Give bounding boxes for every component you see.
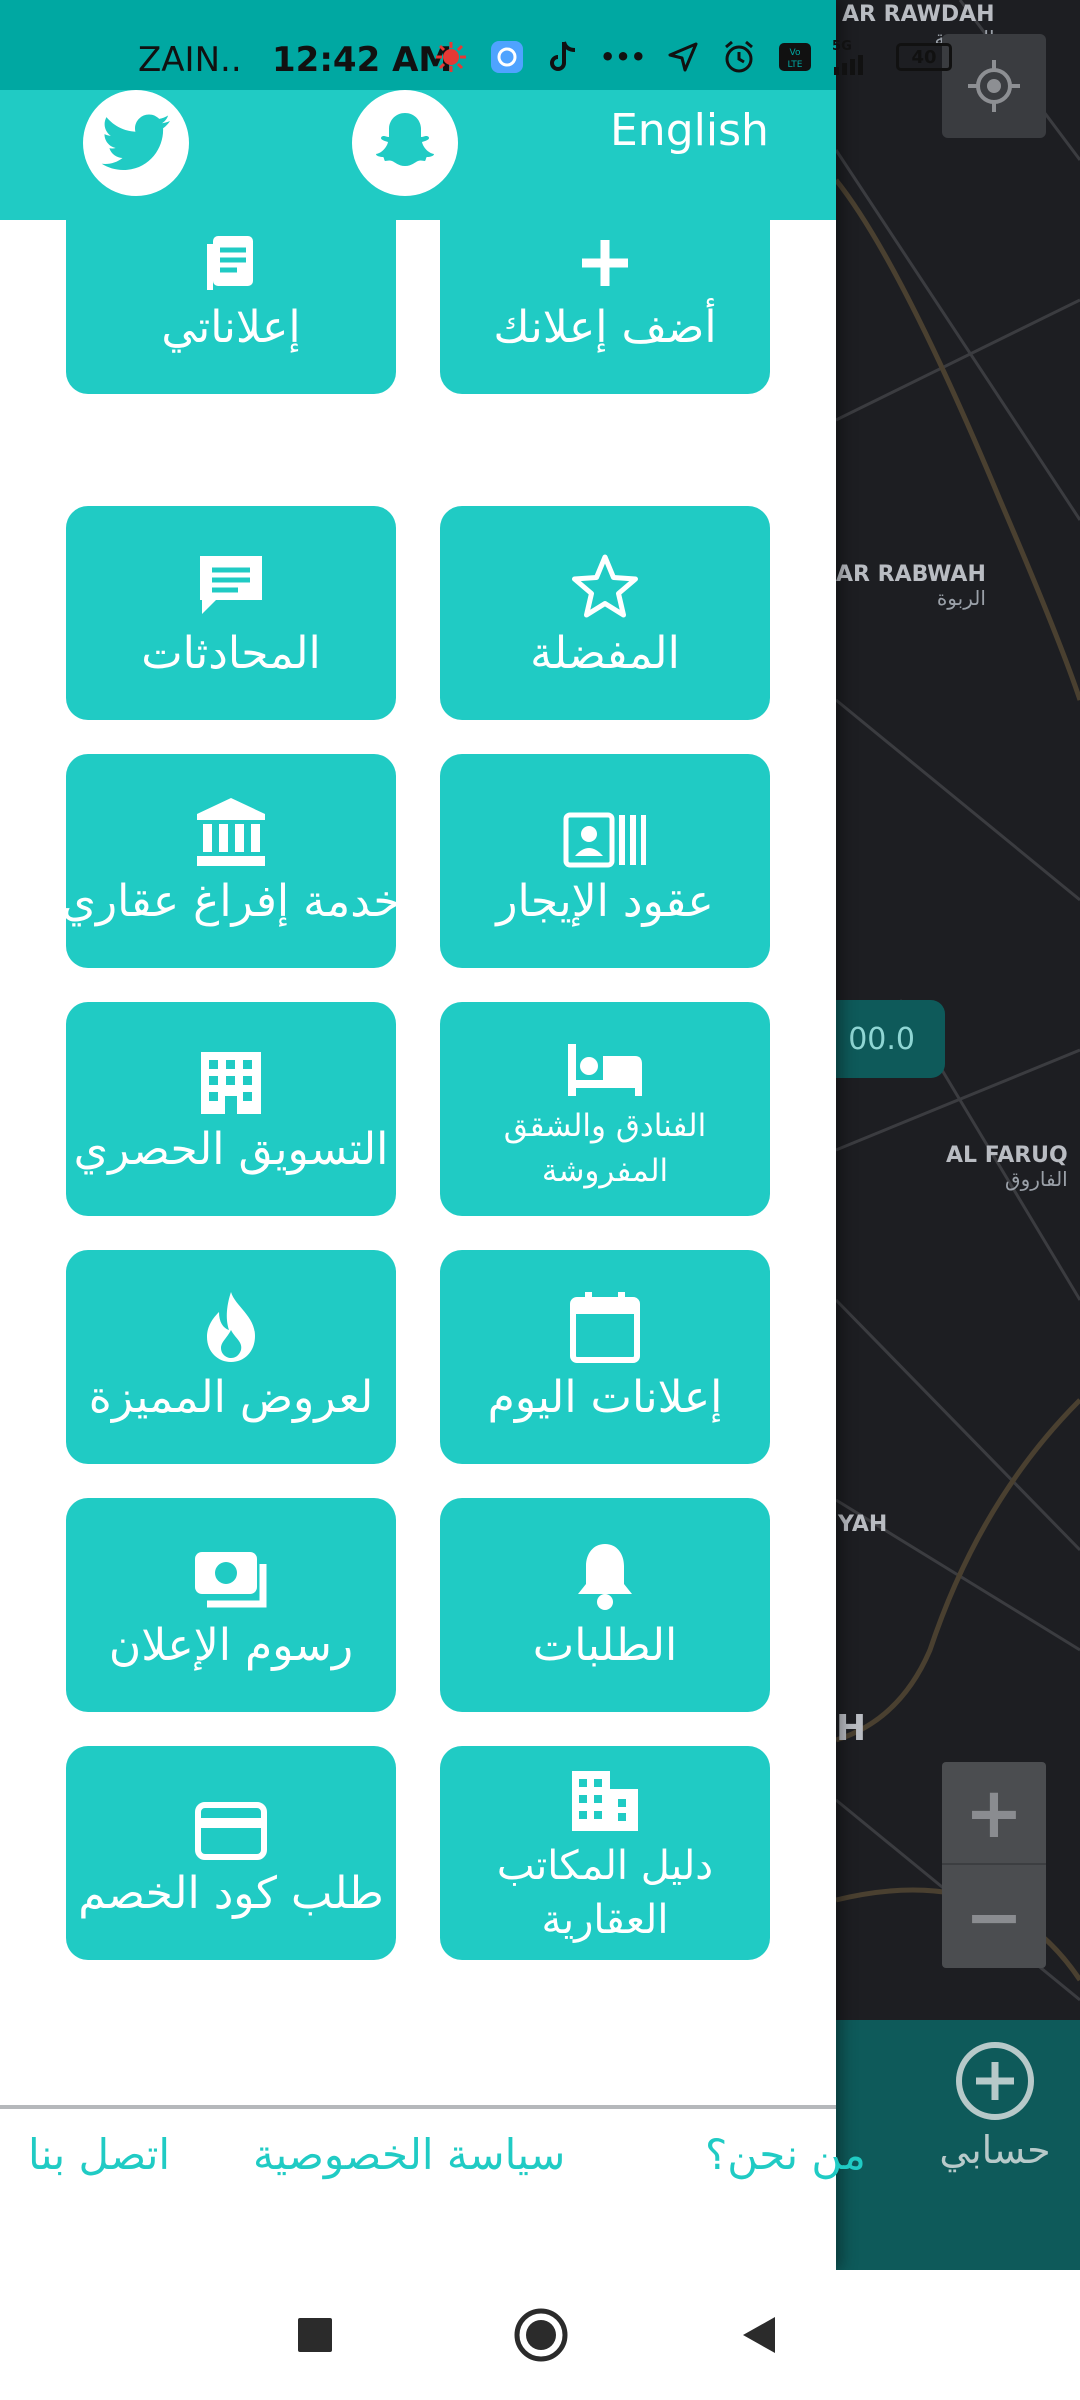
crosshair-icon <box>968 60 1020 112</box>
footer-links: من نحن؟ سياسة الخصوصية اتصل بنا <box>0 2130 1080 2220</box>
home-circle-icon <box>514 2308 568 2362</box>
snapchat-icon <box>376 113 434 166</box>
fire-icon <box>207 1291 255 1362</box>
home-button[interactable] <box>506 2300 576 2370</box>
star-icon <box>572 554 638 617</box>
menu-tile-label: الفنادق والشقق المفروشة <box>503 1108 707 1189</box>
building-icon <box>201 1051 261 1114</box>
alarm-icon <box>720 38 758 76</box>
menu-tile-requests[interactable]: الطلبات <box>440 1498 770 1712</box>
status-bar: ZAIN.. 12:42 AM ••• Vo LTE 5G 40 <box>0 0 953 90</box>
zoom-controls: + − <box>942 1762 1046 1968</box>
zoom-out-button[interactable]: − <box>942 1865 1046 1968</box>
credit-card-icon <box>195 1801 267 1860</box>
menu-tile-label: دليل المكاتب العقارية <box>496 1843 714 1943</box>
clock: 12:42 AM <box>272 40 453 80</box>
plus-icon <box>582 239 628 286</box>
menu-tile-hotels[interactable]: الفنادق والشقق المفروشة <box>440 1002 770 1216</box>
menu-tile-label: التسويق الحصري <box>73 1123 389 1175</box>
twitter-button[interactable] <box>83 90 189 196</box>
menu-tile-today-ads[interactable]: إعلانات اليوم <box>440 1250 770 1464</box>
menu-tile-property-transfer[interactable]: خدمة إفراغ عقاري <box>66 754 396 968</box>
svg-text:Vo: Vo <box>790 48 801 58</box>
signal-icon: 5G <box>832 38 878 76</box>
menu-tile-label: المحادثات <box>141 627 321 679</box>
bed-icon <box>568 1044 642 1097</box>
menu-tile-label: لعروض المميزة <box>88 1371 374 1423</box>
map-label-h: H <box>836 1708 867 1749</box>
office-building-icon <box>572 1771 638 1831</box>
about-link[interactable]: من نحن؟ <box>705 2130 866 2179</box>
document-icon <box>207 235 253 290</box>
bank-icon <box>197 797 265 866</box>
menu-tile-label: طلب كود الخصم <box>78 1867 384 1919</box>
contact-link[interactable]: اتصل بنا <box>28 2130 170 2179</box>
contract-icon <box>563 812 646 867</box>
recents-button[interactable] <box>280 2300 350 2370</box>
bell-icon <box>578 1543 632 1610</box>
menu-tile-add-ad[interactable]: أضف إعلانك <box>440 220 770 394</box>
calendar-icon <box>570 1291 640 1363</box>
square-icon <box>298 2318 332 2352</box>
menu-tile-my-ads[interactable]: إعلاناتي <box>66 220 396 394</box>
footer-divider <box>0 2105 836 2109</box>
network-type-label: 5G <box>832 38 852 54</box>
menu-tile-featured-offers[interactable]: لعروض المميزة <box>66 1250 396 1464</box>
more-notifications-icon: ••• <box>600 43 647 71</box>
menu-tile-label: خدمة إفراغ عقاري <box>66 875 396 927</box>
privacy-link[interactable]: سياسة الخصوصية <box>253 2130 565 2179</box>
battery-indicator: 40 <box>896 43 953 71</box>
map-label-rabwah: AR RABWAH الربوة <box>836 562 986 611</box>
add-circle-icon <box>956 2042 1034 2120</box>
back-button[interactable] <box>724 2300 794 2370</box>
map-label-faruq: AL FARUQ الفاروق <box>946 1143 1068 1192</box>
menu-tile-favorites[interactable]: المفضلة <box>440 506 770 720</box>
my-location-button[interactable] <box>942 34 1046 138</box>
menu-tile-ad-fees[interactable]: رسوم الإعلان <box>66 1498 396 1712</box>
menu-tile-chats[interactable]: المحادثات <box>66 506 396 720</box>
volte-icon: Vo LTE <box>776 38 814 76</box>
app-screen: AR RAWDAHالروضة AR RABWAHالربوة AL FARUQ… <box>0 0 1080 2400</box>
menu-tile-label: المفضلة <box>530 627 680 679</box>
location-arrow-icon <box>664 38 702 76</box>
zoom-in-button[interactable]: + <box>942 1762 1046 1865</box>
menu-tile-label: أضف إعلانك <box>493 301 717 353</box>
tiktok-icon <box>544 38 582 76</box>
money-icon <box>195 1551 267 1607</box>
back-triangle-icon <box>743 2317 775 2353</box>
menu-tile-lease-contracts[interactable]: عقود الإيجار <box>440 754 770 968</box>
twitter-icon <box>101 114 170 170</box>
menu-tile-exclusive-marketing[interactable]: التسويق الحصري <box>66 1002 396 1216</box>
menu-tile-label: الطلبات <box>532 1619 678 1671</box>
map-label-yah: YAH <box>838 1512 888 1537</box>
language-toggle[interactable]: English <box>610 105 769 156</box>
recording-icon <box>432 38 470 76</box>
app-notification-icon <box>488 38 526 76</box>
menu-grid: أضف إعلانك إعلاناتي المفضلة المحادثات عق… <box>0 220 836 2070</box>
system-navigation-bar <box>0 2270 1080 2400</box>
menu-tile-real-estate-offices[interactable]: دليل المكاتب العقارية <box>440 1746 770 1960</box>
menu-tile-label: إعلانات اليوم <box>487 1371 723 1423</box>
menu-tile-discount-code[interactable]: طلب كود الخصم <box>66 1746 396 1960</box>
menu-tile-label: إعلاناتي <box>161 301 301 353</box>
menu-tile-label: رسوم الإعلان <box>108 1619 354 1671</box>
svg-text:LTE: LTE <box>788 60 803 70</box>
carrier-name: ZAIN.. <box>138 40 242 80</box>
side-drawer: English أضف إعلانك إعلاناتي المفضلة المح… <box>0 0 836 2270</box>
snapchat-button[interactable] <box>352 90 458 196</box>
chat-icon <box>200 555 262 614</box>
menu-tile-label: عقود الإيجار <box>496 875 714 927</box>
